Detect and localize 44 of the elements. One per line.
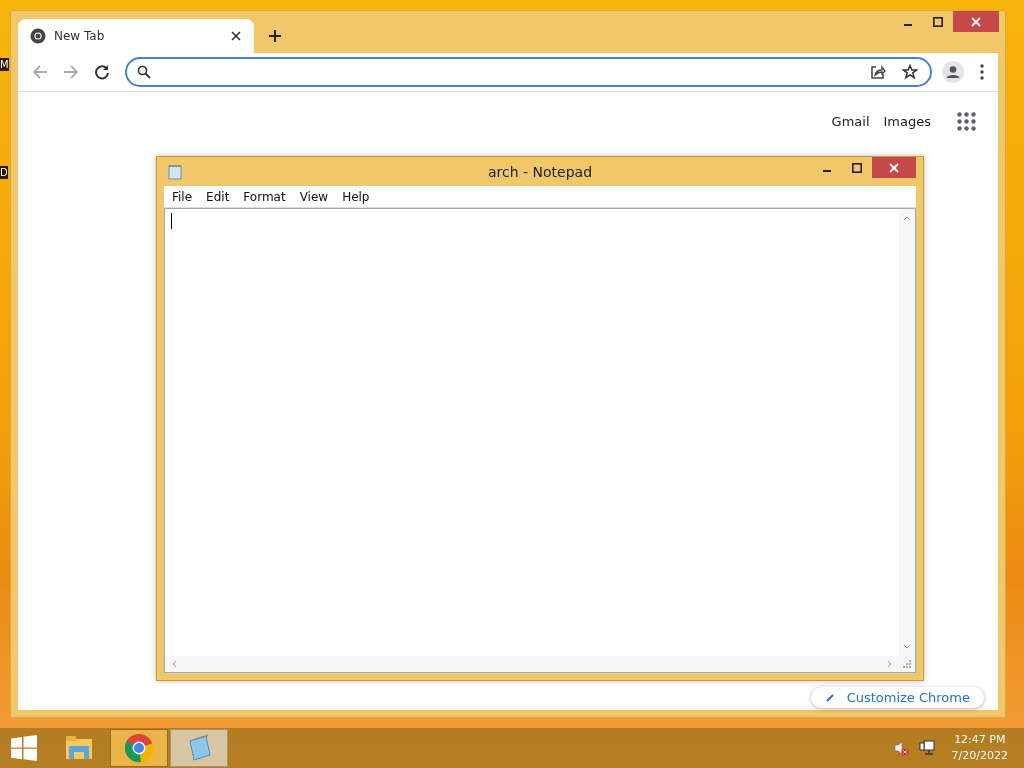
profile-avatar-icon[interactable] <box>942 61 964 83</box>
address-bar[interactable] <box>125 57 932 87</box>
close-button[interactable] <box>872 157 916 178</box>
chrome-logo-icon <box>30 28 46 44</box>
clock-date[interactable]: 7/20/2022 <box>951 748 1008 764</box>
maximize-icon[interactable] <box>933 16 943 27</box>
windows-logo-icon[interactable] <box>11 735 37 761</box>
close-icon[interactable] <box>231 31 241 41</box>
header-link[interactable]: Gmail <box>831 114 870 129</box>
desktop-icon-label[interactable]: D <box>0 166 8 179</box>
forward-arrow-icon[interactable] <box>62 64 79 80</box>
menu-item[interactable]: Edit <box>199 189 237 204</box>
close-icon <box>889 162 899 173</box>
plus-icon[interactable] <box>268 29 282 43</box>
close-button[interactable] <box>953 11 999 32</box>
desktop-icon-label[interactable]: M <box>0 58 9 71</box>
close-icon <box>971 16 981 27</box>
vertical-scrollbar[interactable] <box>899 209 915 656</box>
maximize-icon[interactable] <box>852 162 862 173</box>
menu-item[interactable]: File <box>165 189 200 204</box>
chrome-logo-icon <box>124 733 154 763</box>
customize-button[interactable]: Customize Chrome <box>810 687 984 708</box>
clock-time[interactable]: 12:47 PM <box>954 732 1006 748</box>
pencil-icon <box>824 692 835 703</box>
menu-item[interactable]: View <box>292 189 336 204</box>
star-icon[interactable] <box>902 64 918 80</box>
search-icon <box>137 65 151 79</box>
resize-grip-icon[interactable] <box>903 660 911 668</box>
speaker-muted-icon[interactable] <box>892 740 909 756</box>
menu-item[interactable]: Help <box>335 189 377 204</box>
window-title: arch - Notepad <box>487 163 592 180</box>
notepad-icon <box>168 164 182 180</box>
back-arrow-icon[interactable] <box>31 64 48 80</box>
menu-item[interactable]: Format <box>236 189 293 204</box>
horizontal-scrollbar[interactable] <box>165 656 899 672</box>
browser-tab[interactable]: New Tab <box>18 19 254 53</box>
apps-grid-icon[interactable] <box>957 112 976 131</box>
network-icon[interactable] <box>918 740 935 756</box>
text-cursor <box>171 213 172 229</box>
taskbar-button[interactable] <box>110 729 168 767</box>
share-icon[interactable] <box>870 64 886 80</box>
more-menu-icon[interactable] <box>980 64 984 80</box>
reload-icon[interactable] <box>93 64 110 80</box>
header-link[interactable]: Images <box>883 114 931 129</box>
